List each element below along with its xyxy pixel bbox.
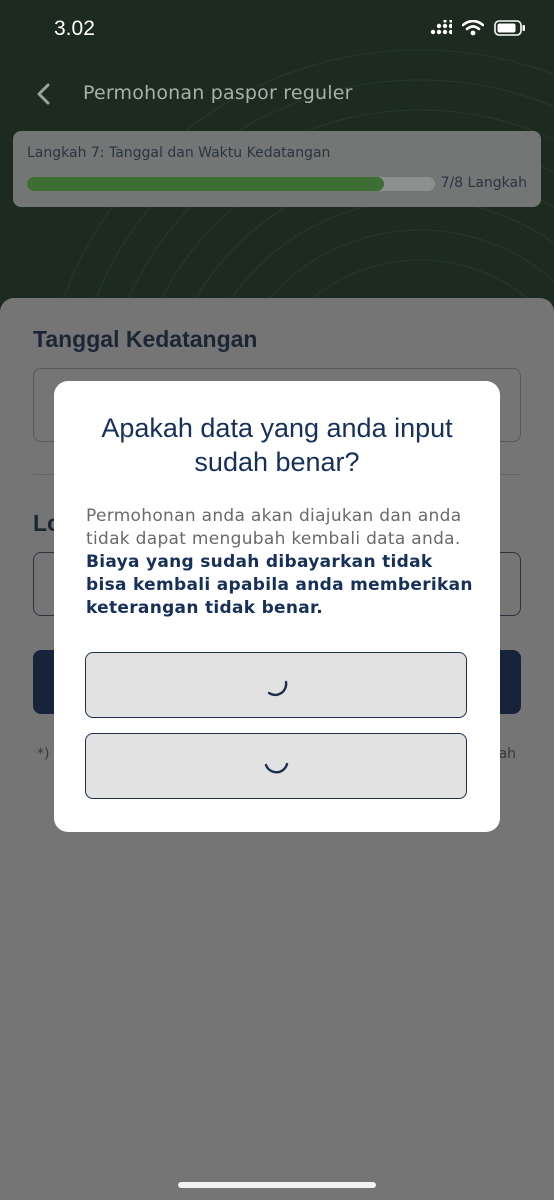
dialog-title: Apakah data yang anda input sudah benar? [101,413,453,477]
back-button[interactable] [30,80,60,110]
cancel-button[interactable] [85,733,467,799]
page-title: Permohonan paspor reguler [83,82,353,104]
progress-fill [27,177,384,191]
note-text-end: ah [498,746,516,762]
date-section-title: Tanggal Kedatangan [33,326,258,352]
wifi-icon [461,19,485,40]
step-label: Langkah 7: Tanggal dan Waktu Kedatangan [27,145,331,161]
confirmation-dialog: Apakah data yang anda input sudah benar?… [54,381,500,832]
spinner-icon [267,680,288,697]
home-indicator[interactable] [178,1182,376,1188]
progress-track [27,177,435,191]
signal-icon [430,19,454,40]
dialog-body-text: Permohonan anda akan diajukan dan anda t… [86,506,462,549]
step-progress-card: Langkah 7: Tanggal dan Waktu Kedatangan … [13,131,541,207]
chevron-left-icon [37,83,50,105]
note-text-start: *) [37,746,50,762]
battery-icon [494,20,526,40]
dialog-body-warning: Biaya yang sudah dibayarkan tidak bisa k… [86,552,473,618]
spinner-icon [264,762,289,774]
dialog-body: Permohonan anda akan diajukan dan anda t… [86,505,476,620]
confirm-button[interactable] [85,652,467,718]
status-time: 3.02 [54,17,95,40]
app-header: Permohonan paspor reguler [0,70,554,120]
step-count: 7/8 Langkah [440,175,527,191]
status-bar: 3.02 [0,0,554,60]
